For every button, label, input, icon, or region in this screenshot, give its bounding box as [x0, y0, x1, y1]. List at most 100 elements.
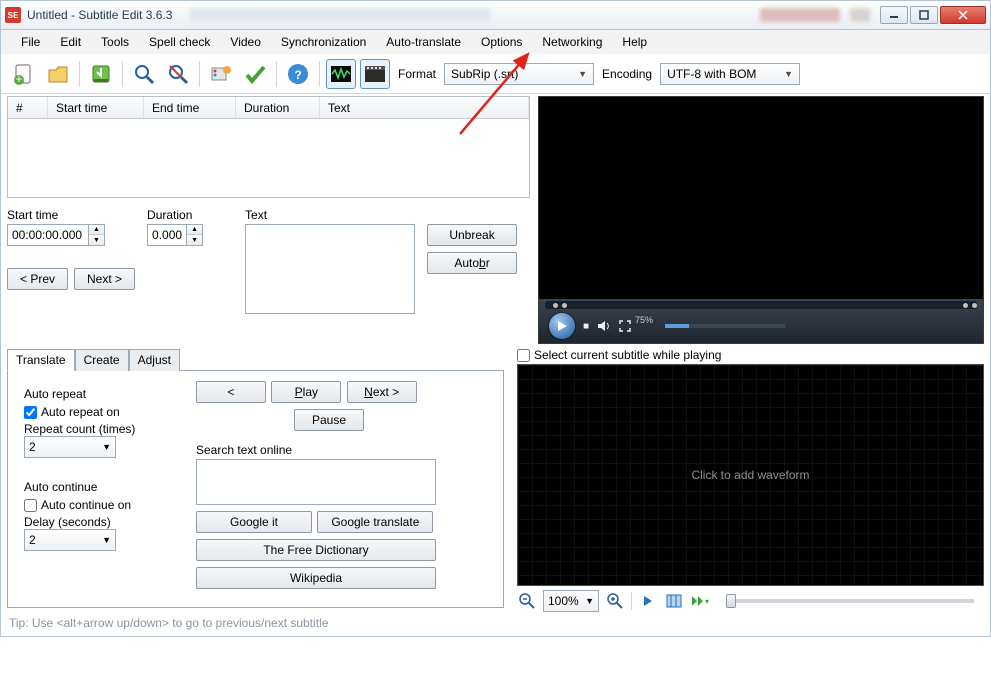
tab-translate[interactable]: Translate [7, 349, 75, 371]
replace-button[interactable] [163, 59, 193, 89]
spellcheck-button[interactable] [240, 59, 270, 89]
volume-icon[interactable] [597, 320, 611, 332]
menu-file[interactable]: File [11, 33, 50, 51]
spin-up-icon[interactable]: ▲ [89, 225, 104, 235]
play-button[interactable] [549, 313, 575, 339]
menu-networking[interactable]: Networking [532, 33, 612, 51]
tab-create[interactable]: Create [75, 349, 129, 371]
delay-combo[interactable]: 2▼ [24, 529, 116, 551]
auto-repeat-on-checkbox[interactable]: Auto repeat on [24, 405, 182, 419]
help-button[interactable]: ? [283, 59, 313, 89]
window-title: Untitled - Subtitle Edit 3.6.3 [27, 8, 172, 22]
tab-adjust[interactable]: Adjust [129, 349, 180, 371]
select-subtitle-checkbox[interactable]: Select current subtitle while playing [517, 348, 984, 362]
pause-button[interactable]: Pause [294, 409, 364, 431]
video-seekbar[interactable] [545, 301, 977, 309]
tabs: Translate Create Adjust [7, 349, 504, 371]
left-pane: # Start time End time Duration Text Star… [1, 94, 536, 344]
blurred-text-2 [760, 8, 840, 22]
spin-up-icon[interactable]: ▲ [187, 225, 202, 235]
repeat-count-combo[interactable]: 2▼ [24, 436, 116, 458]
slider-thumb[interactable] [726, 594, 736, 608]
menu-autotranslate[interactable]: Auto-translate [376, 33, 471, 51]
svg-text:?: ? [294, 68, 301, 82]
waveform-position-slider[interactable] [726, 599, 974, 603]
auto-continue-title: Auto continue [24, 480, 182, 494]
wave-view-button[interactable] [664, 591, 684, 611]
video-controls: ■ 75% [539, 299, 983, 343]
chevron-down-icon: ▼ [102, 535, 111, 545]
col-num[interactable]: # [8, 97, 48, 118]
menu-tools[interactable]: Tools [91, 33, 139, 51]
zoom-combo[interactable]: 100%▼ [543, 590, 599, 612]
col-start[interactable]: Start time [48, 97, 144, 118]
app-icon: SE [5, 7, 21, 23]
auto-repeat-title: Auto repeat [24, 387, 182, 401]
format-label: Format [398, 67, 436, 81]
menu-edit[interactable]: Edit [50, 33, 91, 51]
spin-down-icon[interactable]: ▼ [89, 235, 104, 245]
google-translate-button[interactable]: Google translate [317, 511, 433, 533]
duration-input[interactable] [147, 224, 187, 246]
subtitle-table[interactable]: # Start time End time Duration Text [7, 96, 530, 198]
col-end[interactable]: End time [144, 97, 236, 118]
auto-continue-group: Auto continue Auto continue on Delay (se… [18, 474, 188, 557]
new-file-button[interactable]: + [9, 59, 39, 89]
wave-play-button[interactable] [638, 591, 658, 611]
menu-spellcheck[interactable]: Spell check [139, 33, 220, 51]
format-dropdown[interactable]: SubRip (.srt) ▼ [444, 63, 594, 85]
next-button[interactable]: Next > [74, 268, 135, 290]
volume-slider[interactable] [665, 324, 785, 328]
fullscreen-icon[interactable] [619, 320, 631, 332]
wave-forward-button[interactable]: ▾ [690, 591, 710, 611]
tab-body-translate: Auto repeat Auto repeat on Repeat count … [7, 370, 504, 608]
delay-label: Delay (seconds) [24, 515, 111, 529]
col-dur[interactable]: Duration [236, 97, 320, 118]
unbreak-button[interactable]: Unbreak [427, 224, 517, 246]
start-time-input[interactable] [7, 224, 89, 246]
find-button[interactable] [129, 59, 159, 89]
zoom-out-button[interactable] [517, 591, 537, 611]
zoom-in-button[interactable] [605, 591, 625, 611]
col-text[interactable]: Text [320, 97, 529, 118]
blurred-text [190, 8, 490, 22]
auto-continue-on-checkbox[interactable]: Auto continue on [24, 498, 182, 512]
fix-common-errors-button[interactable] [206, 59, 236, 89]
spin-down-icon[interactable]: ▼ [187, 235, 202, 245]
waveform-view-button[interactable] [326, 59, 356, 89]
prev-button[interactable]: < Prev [7, 268, 68, 290]
back-button[interactable]: < [196, 381, 266, 403]
text-label: Text [245, 208, 415, 222]
duration-spinner[interactable]: ▲▼ [147, 224, 203, 246]
open-file-button[interactable] [43, 59, 73, 89]
save-button[interactable] [86, 59, 116, 89]
video-view-button[interactable] [360, 59, 390, 89]
close-button[interactable] [940, 6, 986, 24]
start-time-spinner[interactable]: ▲▼ [7, 224, 135, 246]
waveform-panel[interactable]: Click to add waveform [517, 364, 984, 586]
menu-options[interactable]: Options [471, 33, 532, 51]
subtitle-text-input[interactable] [245, 224, 415, 314]
format-value: SubRip (.srt) [451, 67, 572, 81]
minimize-button[interactable] [880, 6, 908, 24]
repeat-count-label: Repeat count (times) [24, 422, 135, 436]
autobr-button[interactable]: Auto br [427, 252, 517, 274]
maximize-button[interactable] [910, 6, 938, 24]
next-button-2[interactable]: Next > [347, 381, 417, 403]
edit-panel: Start time ▲▼ < Prev Next > Duration ▲▼ [7, 208, 530, 314]
free-dictionary-button[interactable]: The Free Dictionary [196, 539, 436, 561]
menu-video[interactable]: Video [220, 33, 270, 51]
wikipedia-button[interactable]: Wikipedia [196, 567, 436, 589]
encoding-label: Encoding [602, 67, 652, 81]
menu-help[interactable]: Help [612, 33, 657, 51]
encoding-dropdown[interactable]: UTF-8 with BOM ▼ [660, 63, 800, 85]
google-it-button[interactable]: Google it [196, 511, 312, 533]
menu-sync[interactable]: Synchronization [271, 33, 376, 51]
search-input[interactable] [196, 459, 436, 505]
stop-icon[interactable]: ■ [583, 321, 589, 332]
play-button-2[interactable]: Play [271, 381, 341, 403]
tip-text: Tip: Use <alt+arrow up/down> to go to pr… [9, 616, 504, 630]
video-player[interactable]: ■ 75% [538, 96, 984, 344]
encoding-value: UTF-8 with BOM [667, 67, 778, 81]
start-time-label: Start time [7, 208, 135, 222]
